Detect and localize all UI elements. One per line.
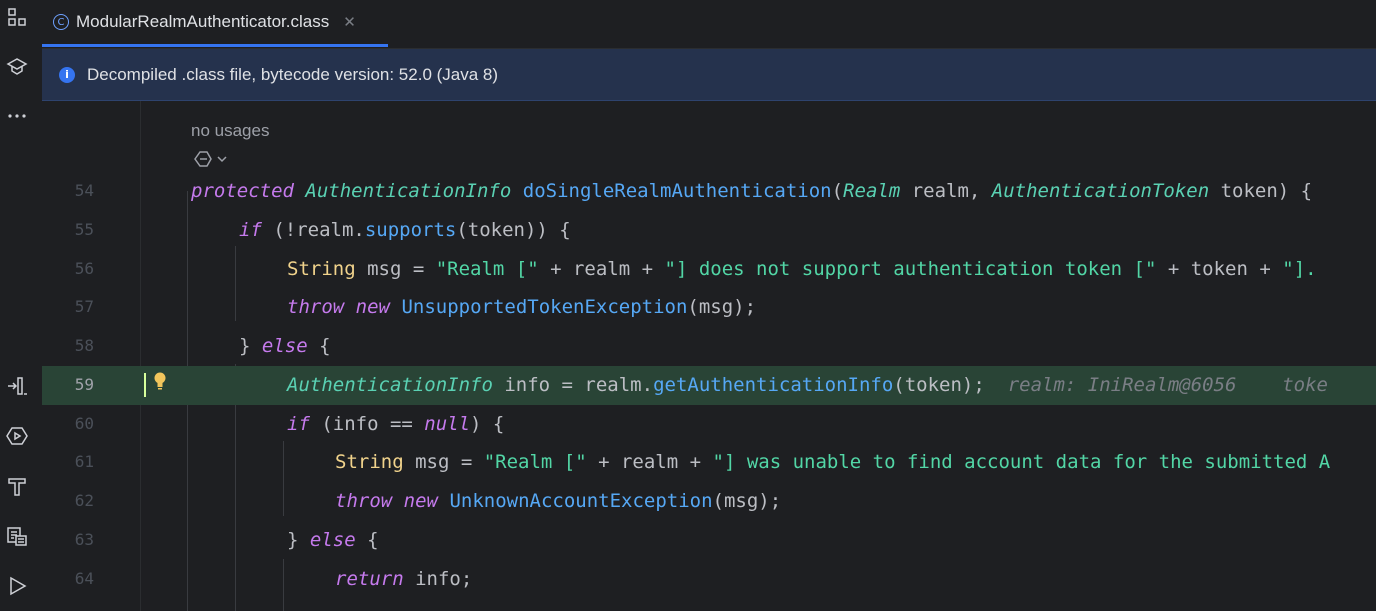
line-number: 58 [74, 336, 94, 355]
build-icon[interactable] [4, 473, 30, 499]
code-line: 55 if (!realm.supports(token)) { [42, 211, 1376, 250]
code-text: String msg = "Realm [" + realm + "] was … [335, 451, 1331, 473]
line-number: 57 [74, 297, 94, 316]
learn-icon[interactable] [4, 53, 30, 79]
line-number: 59 [74, 375, 94, 394]
line-number: 63 [74, 530, 94, 549]
code-text: return info; [335, 568, 473, 590]
info-icon: i [59, 66, 75, 83]
line-number: 56 [74, 259, 94, 278]
close-tab-icon[interactable]: ✕ [343, 13, 356, 31]
code-text: if (!realm.supports(token)) { [239, 219, 571, 241]
tab-label: ModularRealmAuthenticator.class [76, 12, 330, 31]
editor-tab[interactable]: C ModularRealmAuthenticator.class ✕ [42, 0, 388, 47]
usages-hint[interactable]: no usages [191, 121, 269, 141]
code-text: if (info == null) { [287, 413, 505, 435]
project-icon[interactable] [4, 4, 30, 30]
line-number: 60 [74, 414, 94, 433]
decompiled-banner: i Decompiled .class file, bytecode versi… [42, 49, 1376, 101]
code-text: throw new UnknownAccountException(msg); [335, 490, 782, 512]
code-text: throw new UnsupportedTokenException(msg)… [287, 296, 757, 318]
code-line: 62 throw new UnknownAccountException(msg… [42, 482, 1376, 521]
code-line: 58 } else { [42, 327, 1376, 366]
line-number: 61 [74, 452, 94, 471]
services-icon[interactable] [4, 423, 30, 449]
run-icon[interactable] [4, 573, 30, 599]
line-number: 64 [74, 569, 94, 588]
ai-assistant-icon [194, 151, 212, 167]
code-line: 61 String msg = "Realm [" + realm + "] w… [42, 443, 1376, 482]
code-text: String msg = "Realm [" + realm + "] does… [287, 258, 1317, 280]
ai-hint[interactable] [192, 149, 228, 169]
code-line: 60 if (info == null) { [42, 405, 1376, 444]
line-number: 54 [74, 181, 94, 200]
editor-tab-bar: C ModularRealmAuthenticator.class ✕ [42, 0, 1376, 49]
code-line: 64 return info; [42, 560, 1376, 599]
code-line: 54 protected AuthenticationInfo doSingle… [42, 172, 1376, 211]
code-line: 57 throw new UnsupportedTokenException(m… [42, 288, 1376, 327]
chevron-down-icon [217, 156, 227, 163]
code-text: } else { [239, 335, 331, 357]
code-text: protected AuthenticationInfo doSingleRea… [191, 180, 1313, 202]
code-text: } else { [287, 529, 379, 551]
inline-debug-value: realm: IniRealm@6056 toke [1007, 374, 1328, 396]
code-line: 56 String msg = "Realm [" + realm + "] d… [42, 250, 1376, 289]
code-editor[interactable]: no usages 54 protected AuthenticationInf… [42, 101, 1376, 611]
debug-step-icon[interactable] [4, 373, 30, 399]
lightbulb-icon[interactable] [152, 370, 168, 392]
line-number: 62 [74, 491, 94, 510]
code-line: 63 } else { [42, 521, 1376, 560]
banner-text: Decompiled .class file, bytecode version… [87, 64, 499, 84]
code-text: AuthenticationInfo info = realm.getAuthe… [287, 374, 1328, 396]
class-file-icon: C [53, 14, 69, 30]
code-line-current: 59 AuthenticationInfo info = realm.getAu… [42, 366, 1376, 405]
tool-window-sidebar [0, 0, 43, 611]
more-icon[interactable] [4, 103, 30, 129]
text-caret [144, 373, 146, 397]
line-number: 55 [74, 220, 94, 239]
database-icon[interactable] [4, 523, 30, 549]
